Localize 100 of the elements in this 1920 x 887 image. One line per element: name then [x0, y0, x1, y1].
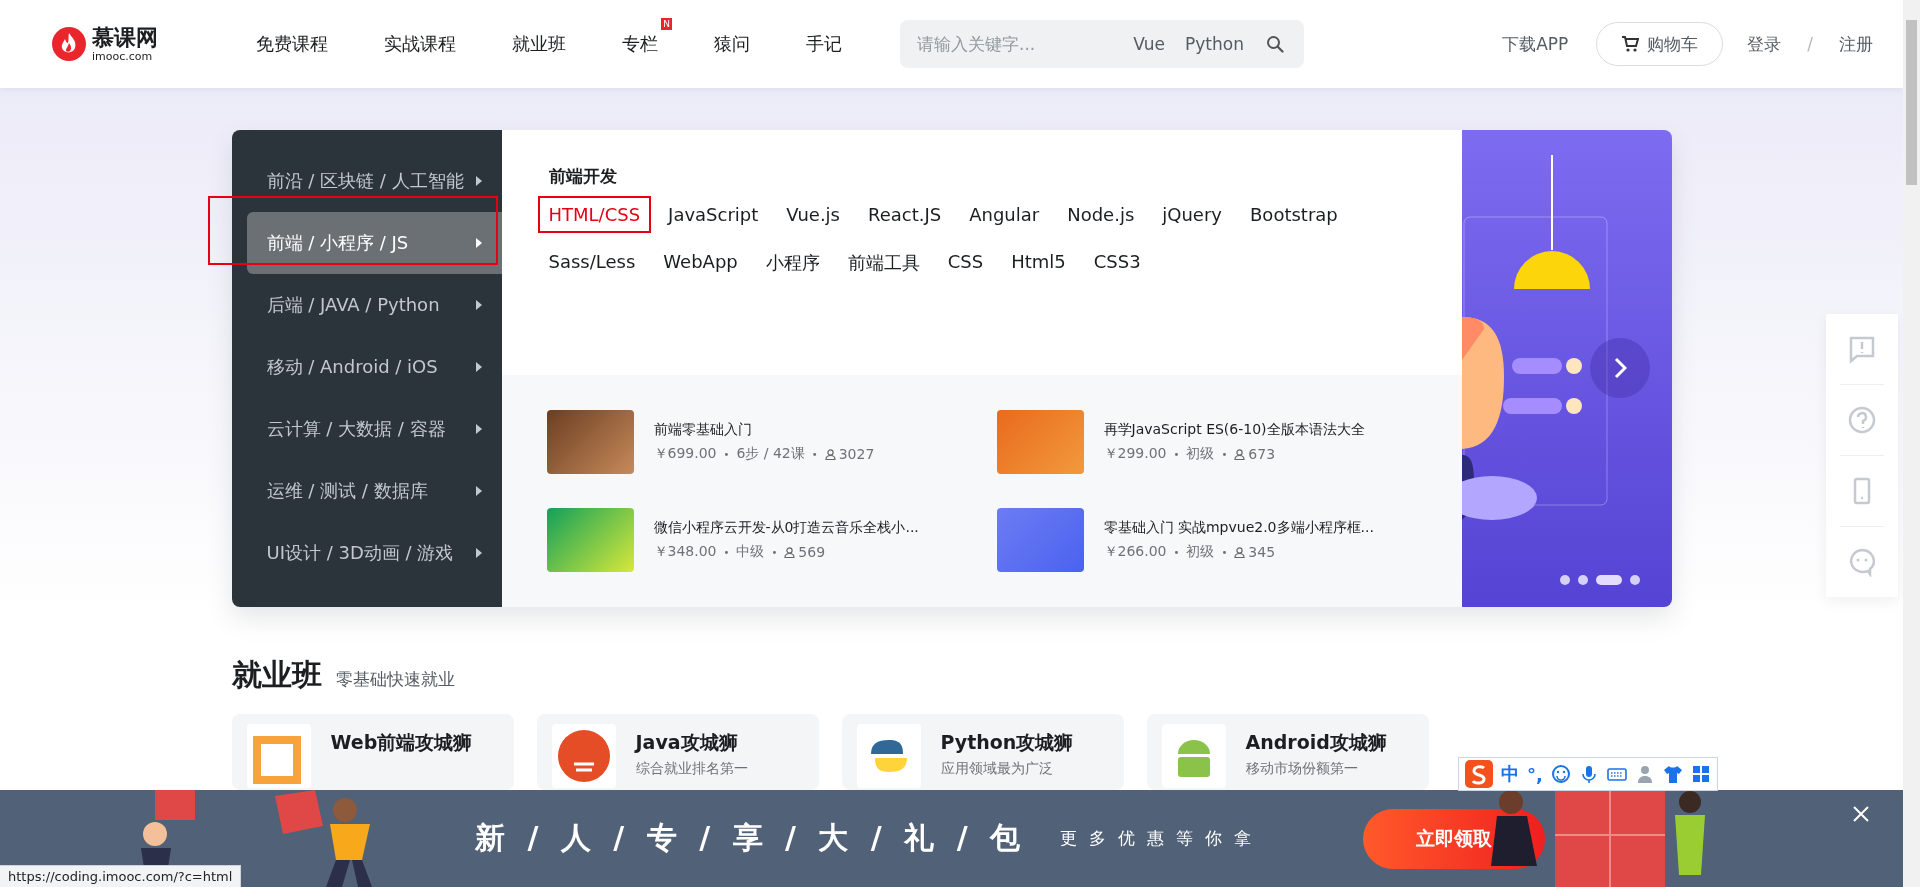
category-item[interactable]: UI设计 / 3D动画 / 游戏 — [246, 522, 502, 584]
category-item[interactable]: 云计算 / 大数据 / 容器 — [246, 398, 502, 460]
course-title[interactable]: 前端零基础入门 — [653, 421, 875, 439]
caret-right-icon — [475, 362, 482, 372]
career-card[interactable]: Web前端攻城狮 — [231, 714, 514, 790]
caret-right-icon — [475, 176, 482, 186]
grid-icon[interactable] — [1690, 764, 1711, 784]
caret-right-icon — [475, 300, 482, 310]
course-thumbnail[interactable] — [996, 508, 1084, 572]
scrollbar-thumb[interactable] — [1906, 20, 1917, 185]
dot-separator: • — [811, 448, 818, 460]
dot-separator: • — [1221, 546, 1228, 558]
nav-link[interactable]: 猿问 — [714, 32, 750, 56]
card-subtitle: 综合就业排名第一 — [635, 760, 748, 778]
nav-link[interactable]: 实战课程 — [384, 32, 456, 56]
logo-wordmark[interactable]: 慕课网 — [92, 26, 158, 49]
student-count: 569 — [798, 544, 826, 560]
subcategory-link[interactable]: CSS3 — [1082, 243, 1152, 283]
download-app-link[interactable]: 下载APP — [1502, 32, 1569, 56]
carousel-dot[interactable] — [1577, 575, 1588, 585]
subcategory-link[interactable]: Vue.js — [775, 196, 851, 233]
caret-right-icon — [475, 548, 482, 558]
nav-link[interactable]: 免费课程 — [256, 32, 328, 56]
course-level: 初级 — [1186, 543, 1215, 561]
promo-slogan: 新 / 人 / 专 / 享 / 大 / 礼 / 包 — [475, 819, 1027, 857]
cart-button[interactable]: 购物车 — [1596, 22, 1724, 66]
promo-subtitle: 更多优惠等你拿 — [1060, 827, 1264, 850]
student-count: 673 — [1248, 446, 1276, 462]
course-title[interactable]: 零基础入门 实战mpvue2.0多端小程序框... — [1103, 519, 1374, 537]
category-item[interactable]: 移动 / Android / iOS — [246, 336, 502, 398]
subcategory-link[interactable]: WebApp — [652, 243, 749, 283]
input-mode-toggle[interactable]: 中 — [1501, 762, 1519, 786]
subcategory-link[interactable]: React.JS — [857, 196, 953, 233]
chevron-right-icon — [1612, 357, 1627, 379]
subcategory-link[interactable]: Angular — [958, 196, 1051, 233]
subcategory-link[interactable]: Sass/Less — [537, 243, 647, 283]
scrollbar[interactable] — [1903, 0, 1920, 887]
subcategory-link[interactable]: 小程序 — [754, 243, 831, 283]
course-logo-icon — [246, 724, 311, 788]
career-card[interactable]: Android攻城狮 移动市场份额第一 — [1146, 714, 1429, 790]
dot-separator: • — [723, 448, 730, 460]
login-link[interactable]: 登录 — [1747, 32, 1782, 56]
course-title[interactable]: 微信小程序云开发-从0打造云音乐全栈小... — [653, 519, 919, 537]
logo-domain[interactable]: imooc.com — [92, 50, 158, 62]
nav-link[interactable]: 手记 — [806, 32, 842, 56]
subcategory-link[interactable]: CSS — [936, 243, 995, 283]
category-item[interactable]: 前沿 / 区块链 / 人工智能 — [246, 150, 502, 212]
dot-separator: • — [723, 546, 730, 558]
card-subtitle: 应用领域最为广泛 — [940, 760, 1054, 778]
hot-search-link[interactable]: Python — [1185, 34, 1244, 54]
carousel-dot[interactable] — [1559, 575, 1570, 585]
student-count: 345 — [1248, 544, 1276, 560]
card-title: Android攻城狮 — [1245, 730, 1387, 755]
dot-separator: • — [1173, 546, 1180, 558]
subcategory-link[interactable]: Node.js — [1056, 196, 1146, 233]
course-thumbnail[interactable] — [546, 508, 634, 572]
category-item[interactable]: 运维 / 测试 / 数据库 — [246, 460, 502, 522]
caret-right-icon — [475, 486, 482, 496]
smiley-icon[interactable] — [1550, 764, 1571, 784]
subcategory-link[interactable]: HTML/CSS — [537, 196, 652, 233]
card-subtitle: 移动市场份额第一 — [1245, 760, 1359, 778]
subcategory-title: 前端开发 — [548, 165, 618, 188]
register-link[interactable]: 注册 — [1839, 32, 1873, 56]
caret-right-icon — [475, 424, 482, 434]
subcategory-link[interactable]: Html5 — [1000, 243, 1077, 283]
dot-separator: • — [771, 546, 778, 558]
dot-separator: • — [1221, 448, 1228, 460]
carousel-dot[interactable] — [1629, 575, 1640, 585]
course-price: ￥266.00 — [1103, 543, 1167, 561]
hot-search-link[interactable]: Vue — [1133, 34, 1166, 54]
caret-right-icon — [475, 238, 482, 248]
status-bar-url: https://coding.imooc.com/?c=html — [0, 865, 242, 887]
subcategory-link[interactable]: jQuery — [1151, 196, 1233, 233]
career-card[interactable]: Java攻城狮 综合就业排名第一 — [536, 714, 819, 790]
s-logo-icon[interactable] — [1465, 760, 1493, 788]
course-price: ￥699.00 — [653, 445, 717, 463]
course-level: 中级 — [736, 543, 765, 561]
subcategory-link[interactable]: Bootstrap — [1239, 196, 1349, 233]
dot-separator: • — [1173, 448, 1180, 460]
shirt-icon[interactable] — [1662, 764, 1683, 784]
card-title: Java攻城狮 — [635, 730, 739, 755]
subcategory-link[interactable]: JavaScript — [657, 196, 770, 233]
cart-icon — [1621, 35, 1640, 53]
person-icon — [1234, 448, 1246, 460]
new-badge: N — [661, 18, 672, 30]
course-level: 6步 / 42课 — [736, 445, 805, 463]
separator: / — [1807, 34, 1813, 54]
category-item[interactable]: 后端 / JAVA / Python — [246, 274, 502, 336]
nav-link[interactable]: 就业班 — [512, 32, 566, 56]
course-thumbnail[interactable] — [546, 410, 634, 474]
student-count: 3027 — [838, 446, 875, 462]
category-item[interactable]: 前端 / 小程序 / JS — [246, 212, 502, 274]
career-card[interactable]: Python攻城狮 应用领域最为广泛 — [841, 714, 1124, 790]
search-icon[interactable] — [1266, 35, 1284, 53]
punctuation-toggle[interactable]: °, — [1527, 763, 1543, 785]
course-thumbnail[interactable] — [996, 410, 1084, 474]
course-title[interactable]: 再学JavaScript ES(6-10)全版本语法大全 — [1103, 421, 1365, 439]
subcategory-link[interactable]: 前端工具 — [836, 243, 931, 283]
close-icon[interactable] — [1852, 805, 1870, 823]
search-field[interactable]: 请输入关键字... Vue Python — [900, 20, 1304, 68]
